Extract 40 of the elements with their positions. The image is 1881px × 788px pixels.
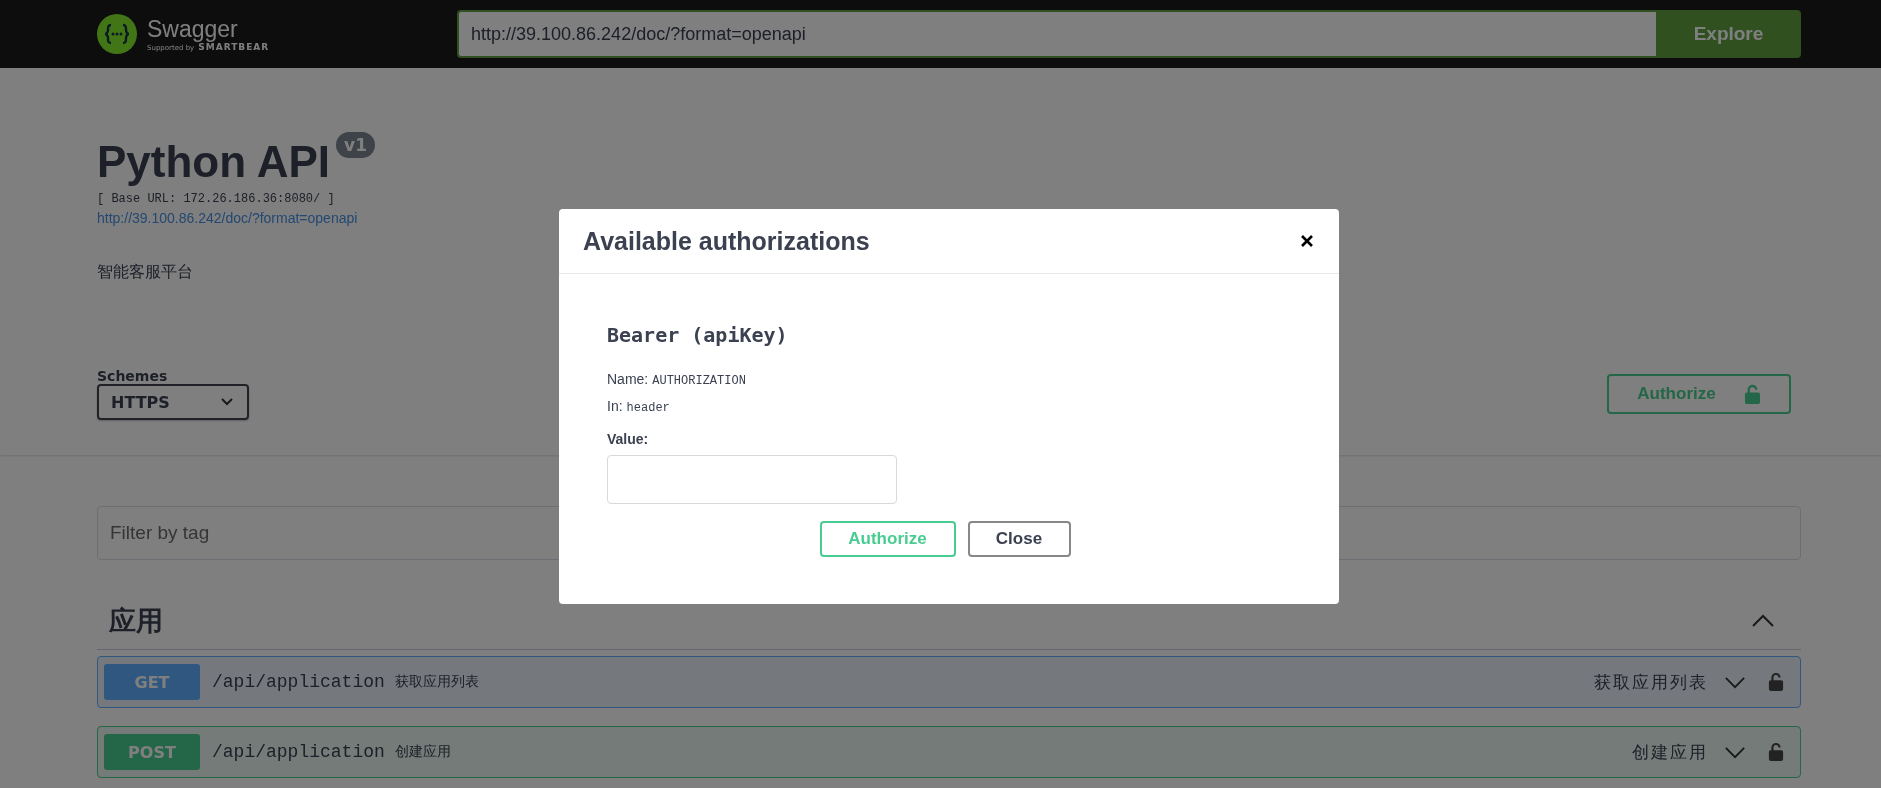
url-field[interactable]: http://39.100.86.242/doc/?format=openapi xyxy=(457,10,1656,58)
name-value: AUTHORIZATION xyxy=(652,374,746,388)
scheme-title: Bearer (apiKey) xyxy=(607,323,788,347)
caret-icon xyxy=(221,398,233,406)
chevron-icon[interactable] xyxy=(1724,745,1746,759)
authorize-button[interactable]: Authorize xyxy=(819,521,956,557)
base-url: [ Base URL: 172.26.186.36:8080/ ] xyxy=(97,192,336,206)
api-title: Python API xyxy=(97,136,331,188)
version-badge: v1 xyxy=(336,132,375,158)
explore-button[interactable]: Explore xyxy=(1656,10,1801,58)
operation-row[interactable]: GET /api/application 获取应用列表 获取应用列表 xyxy=(97,656,1801,708)
unlocked-padlock-icon[interactable] xyxy=(1768,672,1784,692)
operation-summary: 获取应用列表 xyxy=(394,673,479,691)
operation-summary: 创建应用 xyxy=(394,743,451,761)
chevron-icon[interactable] xyxy=(1724,675,1746,689)
method-badge: GET xyxy=(104,664,200,700)
api-description: 智能客服平台 xyxy=(97,262,194,283)
method-badge: POST xyxy=(104,734,200,770)
tag-heading[interactable]: 应用 xyxy=(109,603,163,639)
close-button[interactable]: Close xyxy=(967,521,1071,557)
logo-icon xyxy=(97,14,137,54)
dialog-title: Available authorizations xyxy=(583,226,870,256)
schemes-select[interactable]: HTTPS xyxy=(97,384,249,420)
operation-path: /api/application xyxy=(212,742,385,762)
operation-row[interactable]: POST /api/application 创建应用 创建应用 xyxy=(97,726,1801,778)
logo-text: Swagger xyxy=(147,16,238,42)
unlocked-padlock-icon[interactable] xyxy=(1768,742,1784,762)
close-icon[interactable] xyxy=(1301,235,1313,247)
schemes-label: Schemes xyxy=(97,368,169,384)
operation-summary: 创建应用 xyxy=(1632,740,1708,764)
value-label: Value: xyxy=(607,431,649,447)
in-value: header xyxy=(626,401,670,415)
name-label: Name: xyxy=(607,371,649,387)
value-field[interactable] xyxy=(607,455,897,504)
unlocked-padlock-icon xyxy=(1743,383,1761,405)
operation-path: /api/application xyxy=(212,672,385,692)
in-label: In: xyxy=(607,398,623,414)
chevron-icon[interactable] xyxy=(1751,614,1775,628)
operation-summary: 获取应用列表 xyxy=(1594,670,1708,694)
logo-brand: SMARTBEAR xyxy=(198,42,270,52)
